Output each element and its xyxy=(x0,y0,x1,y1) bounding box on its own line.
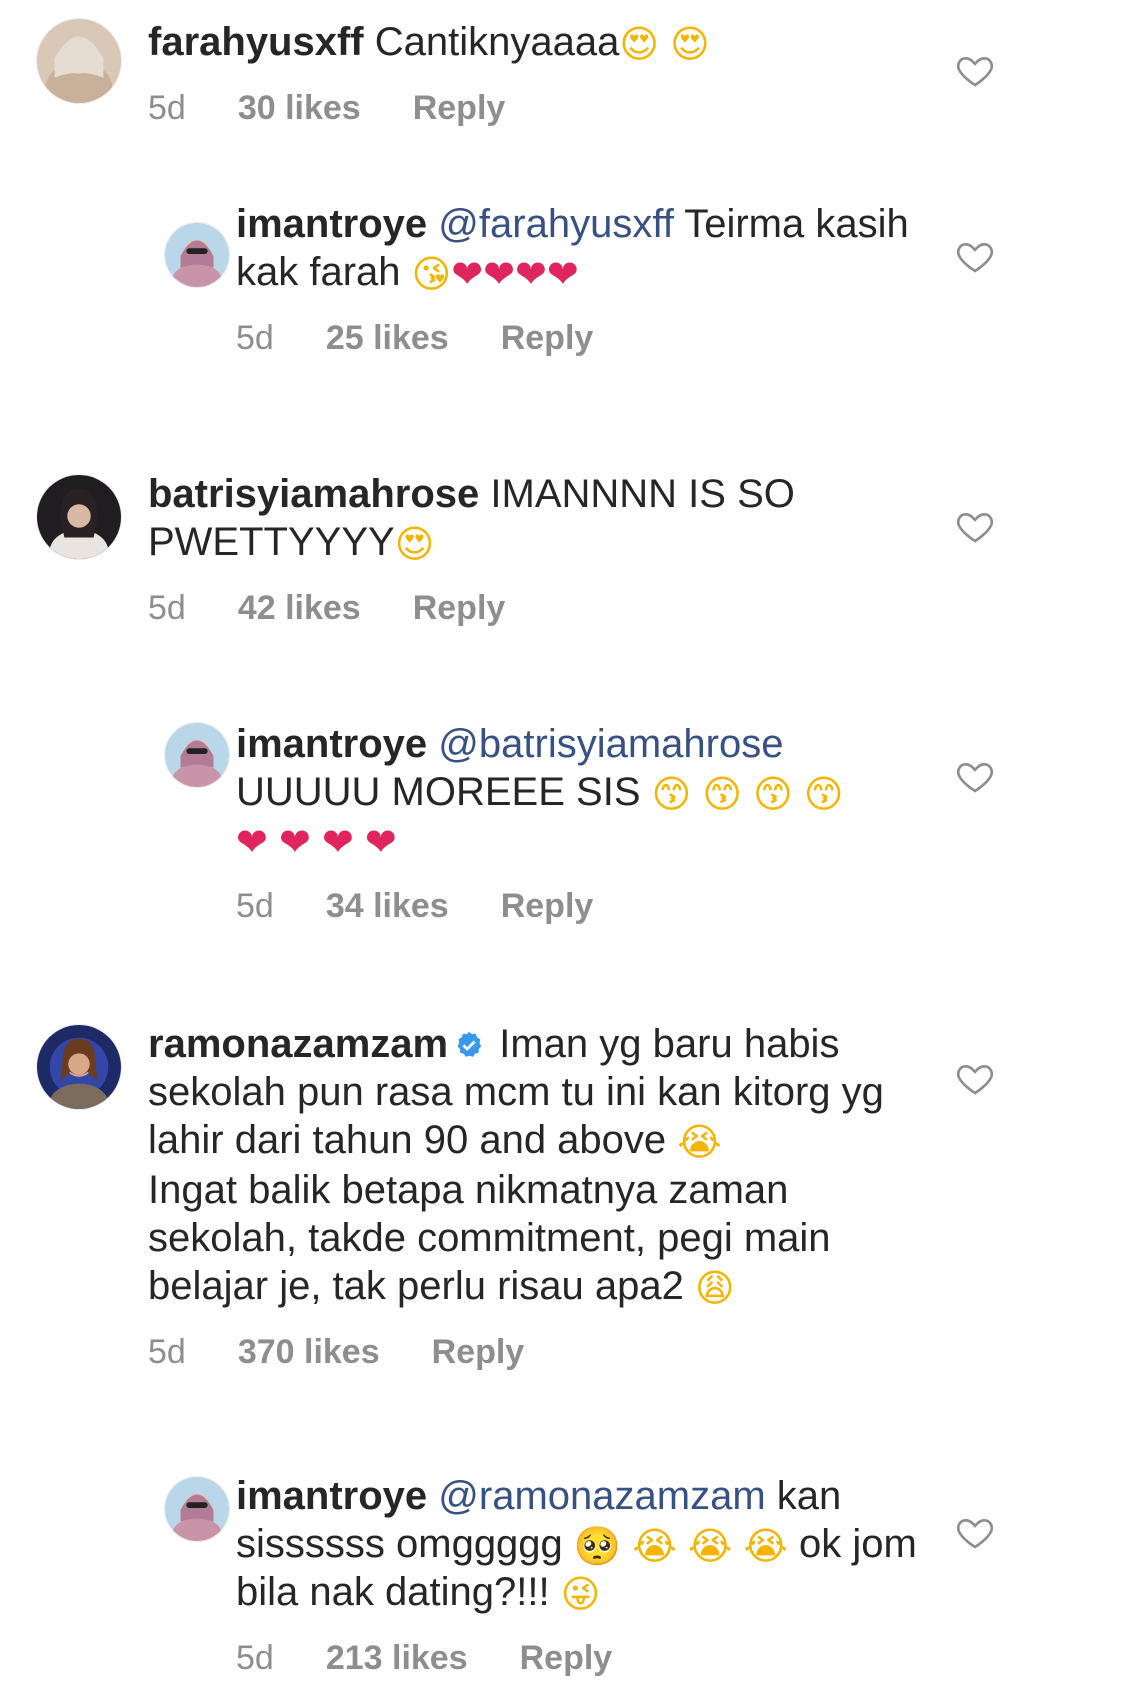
kiss-emoji: 😘 xyxy=(411,252,452,296)
comment-text: batrisyiamahrose IMANNNN IS SO PWETTYYYY… xyxy=(148,470,908,566)
comment-username[interactable]: imantroye xyxy=(236,202,427,246)
mention-link[interactable]: @farahyusxff xyxy=(438,202,674,246)
heart-outline-icon[interactable] xyxy=(955,1512,995,1552)
heart-eyes-emoji: 😍 xyxy=(619,22,659,66)
weary-emoji: 😩 xyxy=(695,1266,735,1310)
heart-outline-icon[interactable] xyxy=(955,236,995,276)
mention-link[interactable]: @batrisyiamahrose xyxy=(438,722,783,766)
comment-text-continued: Ingat balik betapa nikmatnya zaman sekol… xyxy=(148,1166,928,1310)
avatar[interactable] xyxy=(164,722,230,788)
comment-text: imantroye @ramonazamzam kan sissssss omg… xyxy=(236,1472,966,1616)
comment-likes[interactable]: 42 likes xyxy=(238,588,361,628)
comment-username[interactable]: ramonazamzam xyxy=(148,1022,448,1066)
comment-meta: 5d 34 likes Reply xyxy=(236,886,956,926)
comment-likes[interactable]: 25 likes xyxy=(326,318,449,358)
comment-text: imantroye @farahyusxff Teirma kasih kak … xyxy=(236,200,956,296)
avatar[interactable] xyxy=(36,1024,122,1110)
comment-meta: 5d 42 likes Reply xyxy=(148,588,908,628)
comment-text: farahyusxff Cantiknyaaaa😍 😍 xyxy=(148,18,948,66)
crying-emoji: 😭 xyxy=(743,1524,788,1568)
kissing-emoji: 😙 xyxy=(651,772,692,816)
reply-button[interactable]: Reply xyxy=(413,588,506,628)
comment-time: 5d xyxy=(236,319,274,357)
red-heart-emoji: ❤ xyxy=(483,252,515,296)
red-heart-emoji: ❤ xyxy=(278,820,311,864)
kissing-emoji: 😙 xyxy=(803,772,844,816)
comment-body: UUUUU MOREEE SIS xyxy=(236,770,641,814)
crying-emoji: 😭 xyxy=(687,1524,733,1568)
comment-time: 5d xyxy=(236,887,274,925)
red-heart-emoji: ❤ xyxy=(451,252,484,296)
red-heart-emoji: ❤ xyxy=(546,252,579,296)
comment-time: 5d xyxy=(148,1333,186,1371)
avatar[interactable] xyxy=(36,18,122,104)
comment-username[interactable]: imantroye xyxy=(236,722,427,766)
comment-likes[interactable]: 213 likes xyxy=(326,1638,468,1678)
comment-likes[interactable]: 30 likes xyxy=(238,88,361,128)
avatar[interactable] xyxy=(36,474,122,560)
comment-time: 5d xyxy=(236,1639,274,1677)
heart-outline-icon[interactable] xyxy=(955,50,995,90)
mention-link[interactable]: @ramonazamzam xyxy=(438,1474,765,1518)
reply-button[interactable]: Reply xyxy=(520,1638,613,1678)
crying-emoji: 😭 xyxy=(677,1120,722,1164)
heart-outline-icon[interactable] xyxy=(955,756,995,796)
heart-eyes-emoji: 😍 xyxy=(670,22,710,66)
heart-outline-icon[interactable] xyxy=(955,1058,995,1098)
red-heart-emoji: ❤ xyxy=(364,820,397,864)
reply-button[interactable]: Reply xyxy=(501,886,594,926)
winking-tongue-emoji: 😜 xyxy=(560,1572,601,1616)
reply-button[interactable]: Reply xyxy=(501,318,594,358)
kissing-emoji: 😙 xyxy=(702,772,742,816)
heart-eyes-emoji: 😍 xyxy=(394,522,435,566)
red-heart-emoji: ❤ xyxy=(321,820,354,864)
comment-username[interactable]: imantroye xyxy=(236,1474,427,1518)
verified-badge-icon xyxy=(457,1031,482,1057)
comment-meta: 5d 25 likes Reply xyxy=(236,318,956,358)
comment-text: imantroye @batrisyiamahrose UUUUU MOREEE… xyxy=(236,720,956,864)
comment-meta: 5d 213 likes Reply xyxy=(236,1638,966,1678)
avatar[interactable] xyxy=(164,222,230,288)
kissing-emoji: 😙 xyxy=(753,772,793,816)
comment-likes[interactable]: 370 likes xyxy=(238,1332,380,1372)
crying-emoji: 😭 xyxy=(632,1524,677,1568)
pleading-emoji: 🥺 xyxy=(573,1524,622,1568)
comment-username[interactable]: farahyusxff xyxy=(148,20,364,64)
heart-outline-icon[interactable] xyxy=(955,506,995,546)
avatar[interactable] xyxy=(164,1476,230,1542)
reply-button[interactable]: Reply xyxy=(432,1332,525,1372)
comment-time: 5d xyxy=(148,589,186,627)
comment-likes[interactable]: 34 likes xyxy=(326,886,449,926)
comment-text: ramonazamzam Iman yg baru habis sekolah … xyxy=(148,1020,928,1164)
comment-time: 5d xyxy=(148,89,186,127)
red-heart-emoji: ❤ xyxy=(236,820,268,864)
red-heart-emoji: ❤ xyxy=(514,252,547,296)
reply-button[interactable]: Reply xyxy=(413,88,506,128)
comment-meta: 5d 30 likes Reply xyxy=(148,88,948,128)
comment-body: Cantiknyaaaa xyxy=(374,20,620,64)
comment-username[interactable]: batrisyiamahrose xyxy=(148,472,479,516)
comment-meta: 5d 370 likes Reply xyxy=(148,1332,928,1372)
